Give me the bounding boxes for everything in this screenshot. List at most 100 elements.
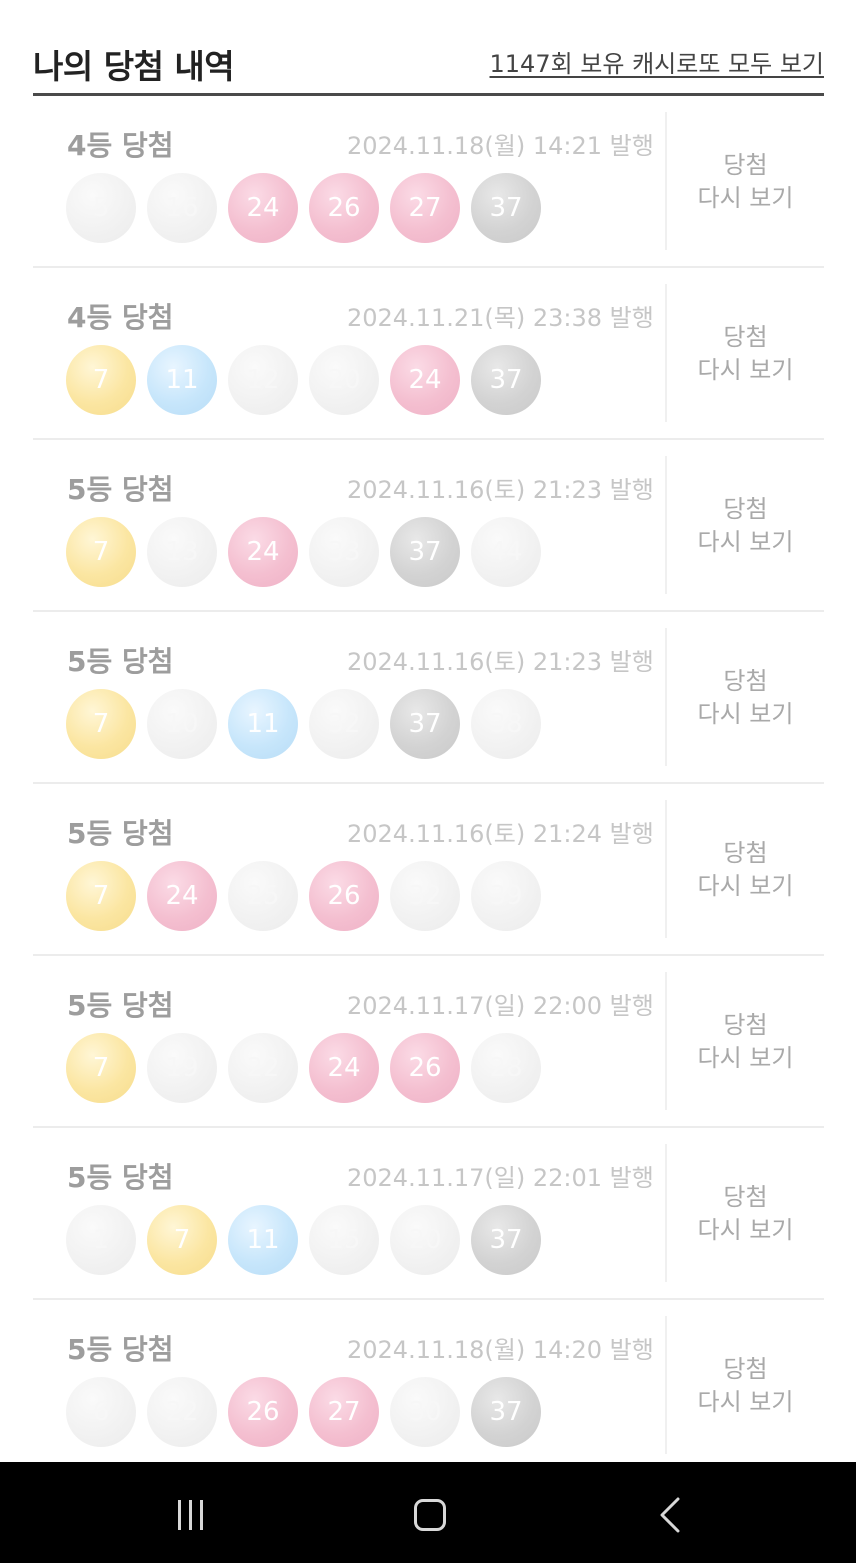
- lotto-ball: 11: [147, 345, 217, 415]
- lotto-ball: 37: [390, 517, 460, 587]
- lotto-ball: 7: [147, 1205, 217, 1275]
- prize-rank: 4등 당첨: [67, 301, 174, 334]
- view-again-button[interactable]: 당첨 다시 보기: [667, 268, 824, 440]
- issued-datetime: 2024.11.16(토) 21:23 발행: [347, 476, 654, 504]
- lotto-ball: 7: [66, 517, 136, 587]
- lotto-ball: 7: [66, 861, 136, 931]
- view-again-label: 다시 보기: [697, 872, 794, 900]
- list-item: 5등 당첨 2024.11.17(일) 22:01 발행 1 7 11 15 20 37 당첨 다…: [33, 1128, 824, 1300]
- view-again-label: 다시 보기: [697, 184, 794, 212]
- lotto-ball: 39: [471, 861, 541, 931]
- lotto-ball: 27: [390, 173, 460, 243]
- recent-apps-icon[interactable]: [170, 1495, 210, 1535]
- lotto-ball: 32: [309, 689, 379, 759]
- prize-rank: 5등 당첨: [67, 1161, 174, 1194]
- lotto-ball: 7: [66, 345, 136, 415]
- issued-datetime: 2024.11.17(일) 22:01 발행: [347, 1164, 654, 1192]
- lotto-ball: 22: [147, 1377, 217, 1447]
- list-item: 5등 당첨 2024.11.18(월) 14:20 발행 6 22 26 27 30 37 당첨…: [33, 1300, 824, 1472]
- view-again-label: 당첨: [723, 1011, 768, 1039]
- lotto-numbers: 7 19 22 24 26 28: [66, 1033, 541, 1103]
- lotto-numbers: 7 24 25 26 32 39: [66, 861, 541, 931]
- view-again-label: 당첨: [723, 323, 768, 351]
- view-again-button[interactable]: 당첨다시 보기: [667, 612, 824, 784]
- lotto-ball: 24: [147, 861, 217, 931]
- prize-rank: 4등 당첨: [67, 129, 174, 162]
- list-item: 5등 당첨 2024.11.16(토) 21:24 발행 7 24 25 26 32 39 당첨…: [33, 784, 824, 956]
- list-item: 5등 당첨 2024.11.17(일) 22:00 발행 7 19 22 24 26 28 당첨…: [33, 956, 824, 1128]
- view-all-link[interactable]: 1147회 보유 캐시로또 모두 보기: [490, 44, 824, 79]
- lotto-numbers: 1 7 11 15 20 37: [66, 1205, 541, 1275]
- view-again-button[interactable]: 당첨다시 보기: [667, 956, 824, 1128]
- issued-datetime: 2024.11.17(일) 22:00 발행: [347, 992, 654, 1020]
- lotto-numbers: 7 10 11 32 37 38: [66, 689, 541, 759]
- view-again-label: 당첨: [723, 667, 768, 695]
- view-again-label: 다시 보기: [697, 528, 794, 556]
- prize-rank: 5등 당첨: [67, 473, 174, 506]
- view-again-label: 당첨: [723, 151, 768, 179]
- view-again-button[interactable]: 당첨 다시 보기: [667, 1128, 824, 1300]
- prize-rank: 5등 당첨: [67, 645, 174, 678]
- lotto-ball: 37: [471, 1377, 541, 1447]
- prize-rank: 5등 당첨: [67, 1333, 174, 1366]
- lotto-ball: 37: [471, 1205, 541, 1275]
- prize-rank: 5등 당첨: [67, 989, 174, 1022]
- lotto-numbers: 6 22 26 27 30 37: [66, 1377, 541, 1447]
- lotto-ball: 24: [228, 517, 298, 587]
- home-icon[interactable]: [410, 1495, 450, 1535]
- lotto-ball: 25: [228, 861, 298, 931]
- lotto-ball: 24: [390, 345, 460, 415]
- prize-rank: 5등 당첨: [67, 817, 174, 850]
- view-again-label: 다시 보기: [697, 1216, 794, 1244]
- lotto-ball: 19: [147, 1033, 217, 1103]
- lotto-ball: 44: [471, 517, 541, 587]
- lotto-ball: 7: [66, 689, 136, 759]
- view-again-label: 다시 보기: [697, 1044, 794, 1072]
- lotto-ball: 27: [309, 1377, 379, 1447]
- view-again-label: 다시 보기: [697, 1388, 794, 1416]
- list-item: 4등 당첨 2024.11.21(목) 23:38 발행 7 11 12 20 24 37 당첨…: [33, 268, 824, 440]
- lotto-ball: 12: [228, 345, 298, 415]
- lotto-ball: 37: [471, 345, 541, 415]
- page-header: 나의 당첨 내역 1147회 보유 캐시로또 모두 보기: [33, 40, 824, 96]
- back-icon[interactable]: [652, 1495, 688, 1535]
- view-again-button[interactable]: 당첨다시 보기: [667, 784, 824, 956]
- view-again-label: 당첨: [723, 495, 768, 523]
- view-again-button[interactable]: 당첨다시 보기: [667, 96, 824, 268]
- list-item: 5등 당첨 2024.11.16(토) 21:23 발행 7 13 24 33 37 44 당첨…: [33, 440, 824, 612]
- lotto-ball: 30: [390, 1377, 460, 1447]
- lotto-ball: 38: [471, 689, 541, 759]
- lotto-ball: 6: [66, 1377, 136, 1447]
- lotto-ball: 5: [66, 173, 136, 243]
- system-navigation-bar: [0, 1462, 856, 1563]
- winning-history-page: 나의 당첨 내역 1147회 보유 캐시로또 모두 보기 4등 당첨 2024.1…: [0, 0, 856, 1563]
- lotto-ball: 26: [309, 173, 379, 243]
- lotto-ball: 33: [309, 517, 379, 587]
- view-again-label: 다시 보기: [697, 700, 794, 728]
- list-item: 5등 당첨 2024.11.16(토) 21:23 발행 7 10 11 32 37 38 당첨…: [33, 612, 824, 784]
- view-again-button[interactable]: 당첨다시 보기: [667, 440, 824, 612]
- lotto-numbers: 7 13 24 33 37 44: [66, 517, 541, 587]
- lotto-numbers: 5 16 24 26 27 37: [66, 173, 541, 243]
- issued-datetime: 2024.11.18(월) 14:21 발행: [347, 132, 654, 160]
- lotto-ball: 28: [471, 1033, 541, 1103]
- view-again-button[interactable]: 당첨 다시 보기: [667, 1300, 824, 1472]
- winning-list: 4등 당첨 2024.11.18(월) 14:21 발행 5 16 24 26 27 37 당첨…: [33, 96, 824, 1472]
- lotto-ball: 26: [228, 1377, 298, 1447]
- issued-datetime: 2024.11.16(토) 21:23 발행: [347, 648, 654, 676]
- lotto-ball: 20: [390, 1205, 460, 1275]
- lotto-ball: 11: [228, 689, 298, 759]
- lotto-ball: 37: [390, 689, 460, 759]
- lotto-ball: 32: [390, 861, 460, 931]
- lotto-ball: 1: [66, 1205, 136, 1275]
- page-title: 나의 당첨 내역: [33, 47, 235, 86]
- lotto-ball: 10: [147, 689, 217, 759]
- lotto-ball: 24: [228, 173, 298, 243]
- issued-datetime: 2024.11.21(목) 23:38 발행: [347, 304, 654, 332]
- lotto-ball: 7: [66, 1033, 136, 1103]
- lotto-ball: 13: [147, 517, 217, 587]
- lotto-ball: 26: [309, 861, 379, 931]
- lotto-ball: 11: [228, 1205, 298, 1275]
- lotto-ball: 16: [147, 173, 217, 243]
- view-again-label: 당첨: [723, 839, 768, 867]
